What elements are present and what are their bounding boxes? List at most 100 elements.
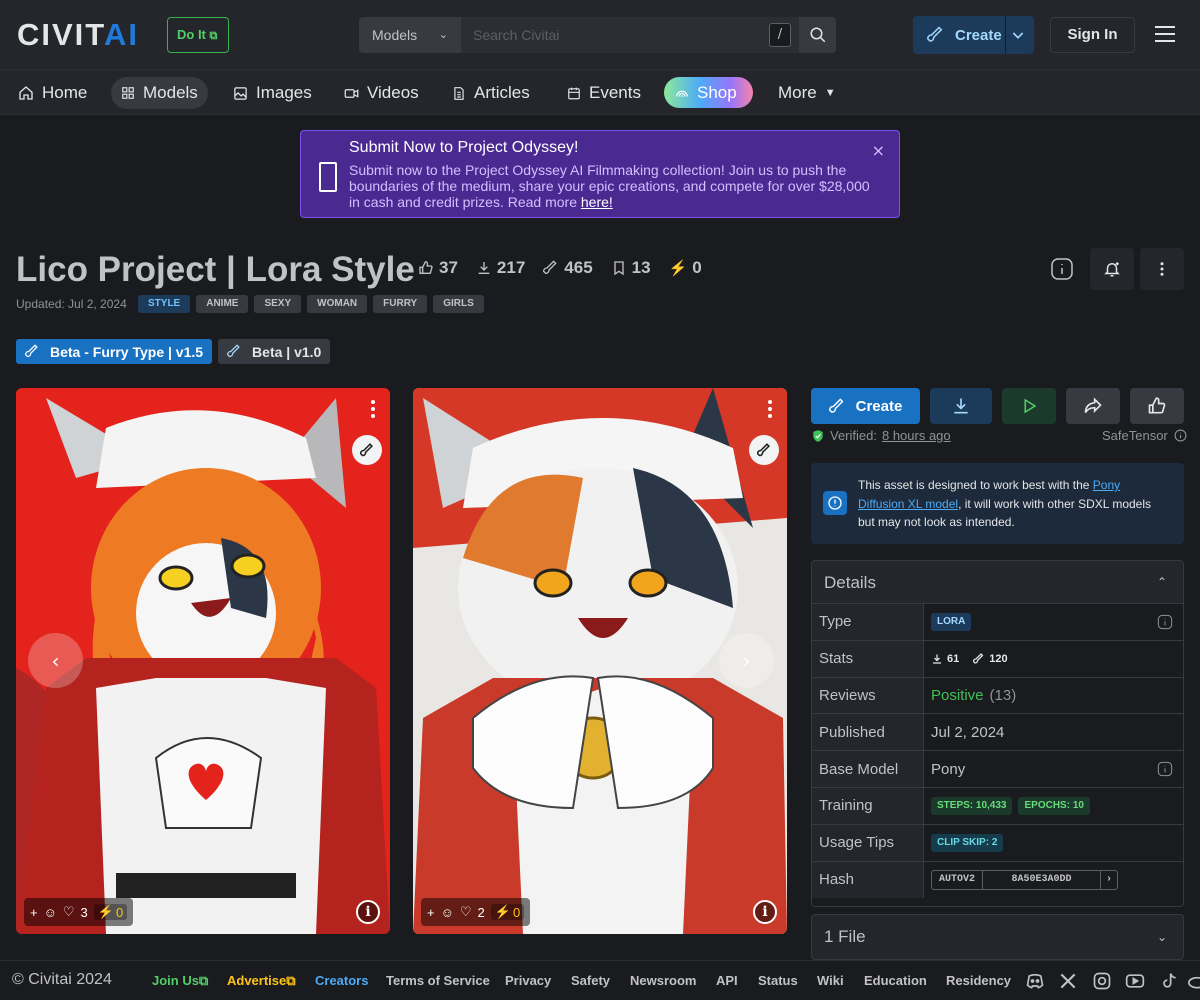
version-tab-v15[interactable]: Beta - Furry Type | v1.5 [16,339,213,364]
menu-icon[interactable] [1155,26,1175,42]
epochs-badge: EPOCHS: 10 [1018,796,1090,815]
search-button[interactable] [799,17,836,53]
banner-link[interactable]: here! [581,194,613,210]
tip-buzz-button[interactable]: ⚡ 0 [93,904,128,920]
tiktok-icon[interactable] [1159,971,1179,991]
tag-style[interactable]: STYLE [138,295,191,313]
footer-link-terms[interactable]: Terms of Service [386,973,490,988]
civitai-logo[interactable]: CIVITAI [17,19,139,50]
brush-icon [828,397,844,413]
detail-row-stats: Stats 61 120 [812,640,1183,678]
close-icon[interactable]: × [872,141,885,160]
footer-link-residency[interactable]: Residency [946,973,1011,988]
reddit-icon[interactable] [1186,971,1200,991]
smile-icon[interactable]: ☺ [44,905,57,920]
footer-link-privacy[interactable]: Privacy [505,973,551,988]
image-card[interactable]: › + ☺ ♡ 2 ⚡ 0 i [413,388,787,934]
nav-home[interactable]: Home [8,77,97,109]
dots-vertical-icon[interactable] [768,400,772,421]
plus-icon[interactable]: + [30,905,38,920]
hash-copy-box[interactable]: AUTOV2 8A50E3A0DD › [931,869,1119,890]
copyright: © Civitai 2024 [12,971,112,988]
reaction-bar[interactable]: + ☺ ♡ 2 ⚡ 0 [421,898,531,926]
smile-icon[interactable]: ☺ [441,905,454,920]
image-card[interactable]: ‹ + ☺ ♡ 3 ⚡ 0 i [16,388,390,934]
sign-in-button[interactable]: Sign In [1050,17,1135,53]
detail-row-reviews: Reviews Positive (13) [812,677,1183,715]
tag-girls[interactable]: GIRLS [433,295,484,313]
phone-icon [319,162,337,192]
detail-row-usage-tips: Usage Tips CLIP SKIP: 2 [812,824,1183,862]
info-icon[interactable] [1174,429,1187,442]
more-options-button[interactable] [1140,248,1184,290]
notify-button[interactable] [1090,248,1134,290]
info-icon[interactable] [1157,614,1173,630]
chevron-left-icon[interactable]: ‹ [28,633,83,688]
image-icon [234,86,247,100]
footer-link-newsroom[interactable]: Newsroom [630,973,696,988]
info-icon[interactable]: i [356,900,380,924]
chevron-right-icon[interactable]: › [1101,871,1117,889]
dots-vertical-icon [1160,262,1164,276]
create-with-model-button[interactable]: Create [811,388,920,424]
search-scope-select[interactable]: Models ⌄ [359,17,461,53]
downloads-stat: 217 [476,258,525,278]
info-button[interactable] [1040,248,1084,290]
reaction-bar[interactable]: + ☺ ♡ 3 ⚡ 0 [24,898,134,926]
chevron-down-icon: ⌄ [1156,930,1167,944]
discord-icon[interactable] [1025,971,1045,991]
footer-link-advertise[interactable]: Advertise⧉ [227,973,296,989]
shield-check-icon [813,429,823,442]
tip-buzz-button[interactable]: ⚡ 0 [490,904,525,920]
share-button[interactable] [1066,388,1120,424]
nav-shop[interactable]: Shop [664,77,753,108]
tag-sexy[interactable]: SEXY [254,295,302,313]
footer-link-status[interactable]: Status [758,973,798,988]
nav-models[interactable]: Models [111,77,208,109]
tag-furry[interactable]: FURRY [373,295,428,313]
verified-time-link[interactable]: 8 hours ago [882,428,951,443]
files-panel-header[interactable]: 1 File ⌄ [811,914,1184,960]
clip-skip-badge: CLIP SKIP: 2 [931,833,1004,852]
nav-videos[interactable]: Videos [334,77,429,109]
footer-link-education[interactable]: Education [864,973,927,988]
footer-link-join-us[interactable]: Join Us⧉ [152,973,208,989]
info-icon[interactable]: i [753,900,777,924]
dots-vertical-icon[interactable] [371,400,375,421]
chevron-down-icon[interactable] [1010,27,1026,43]
bookmarks-stat: 13 [611,258,651,278]
instagram-icon[interactable] [1092,971,1112,991]
chevron-right-icon[interactable]: › [719,633,774,688]
details-header[interactable]: Details ⌃ [812,561,1183,604]
tag-anime[interactable]: ANIME [196,295,249,313]
info-icon[interactable] [1157,761,1173,777]
x-icon[interactable] [1058,971,1078,991]
youtube-icon[interactable] [1125,971,1145,991]
remix-button[interactable] [749,435,779,465]
review-sentiment[interactable]: Positive [931,687,984,704]
footer-link-wiki[interactable]: Wiki [817,973,844,988]
brush-icon [25,344,38,358]
do-it-button[interactable]: Do It ⧉ [167,17,229,53]
version-tab-v10[interactable]: Beta | v1.0 [218,339,331,364]
remix-button[interactable] [352,435,382,465]
verified-status: Verified: 8 hours ago [811,428,951,443]
brush-icon [227,344,240,358]
nav-images[interactable]: Images [223,77,322,109]
likes-stat: 37 [418,258,458,278]
nav-more[interactable]: More ▼ [768,77,846,109]
like-button[interactable] [1130,388,1184,424]
tag-woman[interactable]: WOMAN [307,295,368,313]
footer-link-safety[interactable]: Safety [571,973,610,988]
plus-icon[interactable]: + [427,905,435,920]
detail-row-base-model: Base Model Pony [812,751,1183,788]
safetensor-label: SafeTensor [1102,428,1187,443]
brush-icon [973,652,984,664]
nav-events[interactable]: Events [557,77,651,109]
play-button[interactable] [1002,388,1056,424]
nav-articles[interactable]: Articles [442,77,540,109]
footer-link-creators[interactable]: Creators [315,973,368,988]
footer-link-api[interactable]: API [716,973,738,988]
download-button[interactable] [930,388,992,424]
create-button[interactable]: Create [913,16,1034,54]
